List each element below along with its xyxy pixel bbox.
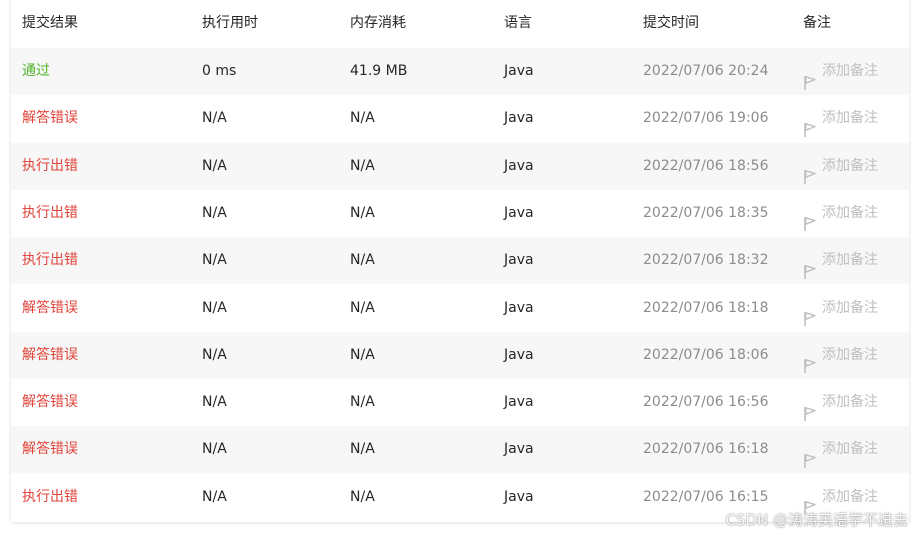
memory-value: N/A <box>350 204 375 221</box>
runtime-value: N/A <box>202 252 227 269</box>
submission-status-link[interactable]: 解答错误 <box>22 285 78 332</box>
runtime-value: N/A <box>202 488 227 505</box>
add-note-label: 添加备注 <box>822 157 878 174</box>
submit-time-value: 2022/07/06 16:15 <box>643 488 769 505</box>
submit-time-value: 2022/07/06 16:18 <box>643 441 769 458</box>
memory-value: N/A <box>350 299 375 316</box>
add-note-button[interactable]: 添加备注 <box>803 143 878 190</box>
add-note-button[interactable]: 添加备注 <box>803 426 878 473</box>
add-note-button[interactable]: 添加备注 <box>803 379 878 426</box>
submit-time-value: 2022/07/06 19:06 <box>643 110 769 127</box>
submission-status-link[interactable]: 执行出错 <box>22 143 78 190</box>
language-value: Java <box>504 204 534 221</box>
flag-icon <box>803 300 817 326</box>
add-note-label: 添加备注 <box>822 204 878 221</box>
add-note-button[interactable]: 添加备注 <box>803 95 878 142</box>
table-row: 执行出错 N/A N/A Java 2022/07/06 18:56 添加备注 <box>11 142 909 190</box>
table-row: 解答错误 N/A N/A Java 2022/07/06 18:06 添加备注 <box>11 331 909 379</box>
language-value: Java <box>504 488 534 505</box>
runtime-value: 0 ms <box>202 63 237 79</box>
table-row: 解答错误 N/A N/A Java 2022/07/06 16:18 添加备注 <box>11 426 909 474</box>
add-note-label: 添加备注 <box>822 63 878 79</box>
submission-status-link[interactable]: 执行出错 <box>22 237 78 284</box>
flag-icon <box>803 395 817 421</box>
runtime-value: N/A <box>202 110 227 127</box>
add-note-label: 添加备注 <box>822 110 878 127</box>
flag-icon <box>803 205 817 232</box>
add-note-label: 添加备注 <box>822 441 878 458</box>
add-note-label: 添加备注 <box>822 394 878 411</box>
add-note-label: 添加备注 <box>822 299 878 316</box>
memory-value: 41.9 MB <box>350 63 408 79</box>
submit-time-value: 2022/07/06 18:18 <box>643 299 769 316</box>
header-result: 提交结果 <box>22 15 78 31</box>
header-memory: 内存消耗 <box>350 15 406 31</box>
header-language: 语言 <box>504 15 532 31</box>
submission-status-link[interactable]: 执行出错 <box>22 190 78 237</box>
flag-icon <box>803 489 817 516</box>
language-value: Java <box>504 346 534 363</box>
runtime-value: N/A <box>202 204 227 221</box>
language-value: Java <box>504 110 534 127</box>
add-note-button[interactable]: 添加备注 <box>803 285 878 332</box>
flag-icon <box>803 158 817 185</box>
flag-icon <box>803 111 817 137</box>
memory-value: N/A <box>350 394 375 411</box>
table-row: 解答错误 N/A N/A Java 2022/07/06 18:18 添加备注 <box>11 285 909 332</box>
table-row: 解答错误 N/A N/A Java 2022/07/06 19:06 添加备注 <box>11 95 909 142</box>
runtime-value: N/A <box>202 394 227 411</box>
flag-icon <box>803 253 817 279</box>
table-row: 解答错误 N/A N/A Java 2022/07/06 16:56 添加备注 <box>11 379 909 426</box>
submit-time-value: 2022/07/06 20:24 <box>643 63 769 79</box>
submission-status-link[interactable]: 解答错误 <box>22 426 78 473</box>
memory-value: N/A <box>350 157 375 174</box>
table-row: 执行出错 N/A N/A Java 2022/07/06 18:35 添加备注 <box>11 190 909 237</box>
flag-icon <box>803 347 817 374</box>
language-value: Java <box>504 252 534 269</box>
submit-time-value: 2022/07/06 16:56 <box>643 394 769 411</box>
add-note-label: 添加备注 <box>822 488 878 505</box>
add-note-label: 添加备注 <box>822 252 878 269</box>
add-note-button[interactable]: 添加备注 <box>803 237 878 284</box>
submission-status-link[interactable]: 执行出错 <box>22 474 78 521</box>
add-note-label: 添加备注 <box>822 346 878 363</box>
add-note-button[interactable]: 添加备注 <box>803 48 878 95</box>
submit-time-value: 2022/07/06 18:32 <box>643 252 769 269</box>
runtime-value: N/A <box>202 346 227 363</box>
flag-icon <box>803 442 817 468</box>
submission-status-link[interactable]: 解答错误 <box>22 332 78 379</box>
table-header: 提交结果 执行用时 内存消耗 语言 提交时间 备注 <box>11 0 909 47</box>
header-runtime: 执行用时 <box>202 15 258 31</box>
language-value: Java <box>504 157 534 174</box>
table-row: 通过 0 ms 41.9 MB Java 2022/07/06 20:24 添加备注 <box>11 48 909 95</box>
memory-value: N/A <box>350 488 375 505</box>
submissions-table: 提交结果 执行用时 内存消耗 语言 提交时间 备注 通过 0 ms 41.9 MB J… <box>11 0 909 522</box>
language-value: Java <box>504 63 534 79</box>
memory-value: N/A <box>350 110 375 127</box>
memory-value: N/A <box>350 346 375 363</box>
memory-value: N/A <box>350 441 375 458</box>
add-note-button[interactable]: 添加备注 <box>803 474 878 521</box>
header-submit-time: 提交时间 <box>643 15 699 31</box>
language-value: Java <box>504 394 534 411</box>
runtime-value: N/A <box>202 441 227 458</box>
memory-value: N/A <box>350 252 375 269</box>
runtime-value: N/A <box>202 157 227 174</box>
submit-time-value: 2022/07/06 18:06 <box>643 346 769 363</box>
submission-status-link[interactable]: 通过 <box>22 48 50 95</box>
language-value: Java <box>504 441 534 458</box>
flag-icon <box>803 64 817 90</box>
submission-status-link[interactable]: 解答错误 <box>22 95 78 142</box>
table-row: 执行出错 N/A N/A Java 2022/07/06 18:32 添加备注 <box>11 237 909 285</box>
runtime-value: N/A <box>202 299 227 316</box>
submit-time-value: 2022/07/06 18:56 <box>643 157 769 174</box>
language-value: Java <box>504 299 534 316</box>
table-row: 执行出错 N/A N/A Java 2022/07/06 16:15 添加备注 <box>11 474 909 521</box>
add-note-button[interactable]: 添加备注 <box>803 332 878 379</box>
submit-time-value: 2022/07/06 18:35 <box>643 204 769 221</box>
submission-status-link[interactable]: 解答错误 <box>22 379 78 426</box>
add-note-button[interactable]: 添加备注 <box>803 190 878 237</box>
header-note: 备注 <box>803 15 831 31</box>
